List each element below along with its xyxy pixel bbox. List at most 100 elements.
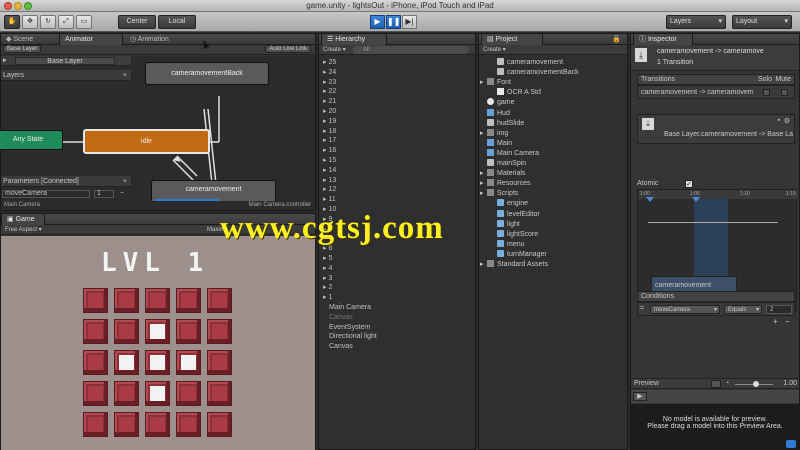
light-tile-off[interactable] — [114, 412, 139, 437]
hierarchy-item[interactable]: Directional light — [329, 332, 377, 342]
play-button[interactable]: ▶ — [370, 15, 385, 29]
project-item[interactable]: light — [497, 219, 520, 230]
hierarchy-item[interactable]: ▸ 5 — [323, 254, 332, 264]
hierarchy-item[interactable]: ▸ 14 — [323, 166, 336, 176]
hand-tool-button[interactable]: ✋ — [4, 15, 20, 29]
hierarchy-item[interactable]: ▸ 3 — [323, 274, 332, 284]
tab-animation[interactable]: ◷ Animation — [125, 34, 174, 45]
hierarchy-item[interactable]: ▸ 19 — [323, 117, 336, 127]
condition-operator-dropdown[interactable]: Equals ▾ — [724, 305, 762, 314]
light-tile-off[interactable] — [83, 288, 108, 313]
timeline-start-marker[interactable] — [646, 197, 654, 202]
state-any-state[interactable]: Any State — [0, 130, 63, 150]
add-parameter-icon[interactable]: + — [123, 176, 127, 187]
hierarchy-create-button[interactable]: Create ▾ — [323, 45, 346, 55]
tab-scene[interactable]: ◆ Scene — [1, 34, 38, 45]
project-item[interactable]: turnManager — [497, 249, 547, 260]
project-item[interactable]: OCR A Std — [497, 88, 541, 98]
light-tile-off[interactable] — [207, 319, 232, 344]
hierarchy-item[interactable]: ▸ 4 — [323, 264, 332, 274]
expand-arrow-icon[interactable]: ▸ — [480, 169, 484, 179]
hierarchy-search-input[interactable]: All — [353, 46, 469, 54]
project-item[interactable]: levelEditor — [497, 209, 540, 220]
layers-dropdown[interactable]: Layers ▾ — [666, 15, 726, 29]
light-tile-off[interactable] — [83, 412, 108, 437]
atomic-checkbox[interactable]: ✓ — [685, 180, 693, 188]
hierarchy-item[interactable]: ▸ 18 — [323, 127, 336, 137]
hierarchy-item[interactable]: ▸ 17 — [323, 136, 336, 146]
condition-parameter-dropdown[interactable]: moveCamera ▾ — [650, 305, 720, 314]
lock-icon[interactable]: 🔒 — [612, 35, 621, 43]
light-tile-on[interactable] — [145, 319, 170, 344]
light-tile-off[interactable] — [176, 412, 201, 437]
hierarchy-item[interactable]: ▸ 24 — [323, 68, 336, 78]
solo-checkbox[interactable] — [763, 89, 770, 96]
preview-play-button[interactable]: ▶ — [633, 392, 647, 401]
project-item[interactable]: Hud — [487, 108, 510, 119]
hierarchy-item[interactable]: ▸ 20 — [323, 107, 336, 117]
add-layer-icon[interactable]: + — [123, 70, 127, 81]
scale-tool-button[interactable]: ⤢ — [58, 15, 74, 29]
mute-checkbox[interactable] — [781, 89, 788, 96]
hierarchy-item[interactable]: EventSystem — [329, 323, 370, 333]
hierarchy-item[interactable]: ▸ 23 — [323, 78, 336, 88]
minimize-window-button[interactable] — [14, 2, 22, 10]
hierarchy-item[interactable]: Canvas — [329, 313, 353, 323]
preview-toggle-button[interactable] — [711, 380, 721, 388]
rotate-tool-button[interactable]: ↻ — [40, 15, 56, 29]
light-tile-off[interactable] — [145, 412, 170, 437]
parameter-value-field[interactable]: 1 — [94, 190, 114, 198]
light-tile-on[interactable] — [145, 381, 170, 406]
project-item[interactable]: cameramovementBack — [497, 68, 579, 78]
parameter-name-field[interactable]: moveCamera — [2, 190, 90, 198]
remove-condition-button[interactable]: − — [785, 317, 790, 326]
state-camera-back[interactable]: cameramovementBack — [145, 62, 269, 85]
project-item[interactable]: ▸ Scripts — [480, 189, 518, 199]
zoom-window-button[interactable] — [24, 2, 32, 10]
asset-bundle-icon[interactable] — [786, 440, 796, 448]
hierarchy-item[interactable]: ▸ 25 — [323, 58, 336, 68]
project-item[interactable]: Main — [487, 138, 512, 149]
help-icon[interactable]: ▪ — [778, 117, 780, 124]
project-item[interactable]: menu — [497, 239, 525, 250]
project-item[interactable]: engine — [497, 199, 528, 209]
light-tile-off[interactable] — [83, 381, 108, 406]
auto-live-link-toggle[interactable]: Auto Live Link — [265, 45, 311, 53]
project-item[interactable]: ▸ img — [480, 128, 508, 139]
timeline-end-marker[interactable] — [692, 197, 700, 202]
condition-value-field[interactable]: 2 — [766, 305, 792, 314]
project-item[interactable]: ▸ Standard Assets — [480, 260, 548, 270]
light-tile-off[interactable] — [176, 381, 201, 406]
project-item[interactable]: Main Camera — [487, 148, 539, 159]
light-tile-on[interactable] — [114, 350, 139, 375]
project-item[interactable]: ▸ Materials — [480, 169, 525, 179]
close-window-button[interactable] — [4, 2, 12, 10]
tab-hierarchy[interactable]: ☰ Hierarchy — [321, 34, 387, 45]
state-idle[interactable]: idle — [83, 129, 210, 154]
hierarchy-item[interactable]: ▸ 16 — [323, 146, 336, 156]
project-item[interactable]: cameramovement — [497, 58, 563, 68]
light-tile-off[interactable] — [114, 288, 139, 313]
expand-arrow-icon[interactable]: ▸ — [480, 179, 484, 189]
add-condition-button[interactable]: + — [773, 317, 778, 326]
layout-dropdown[interactable]: Layout ▾ — [732, 15, 792, 29]
light-tile-off[interactable] — [114, 319, 139, 344]
light-tile-off[interactable] — [207, 412, 232, 437]
hierarchy-item[interactable]: ▸ 11 — [323, 195, 336, 205]
project-create-button[interactable]: Create ▾ — [483, 45, 506, 55]
step-button[interactable]: ▶| — [402, 15, 417, 29]
light-tile-off[interactable] — [207, 288, 232, 313]
light-tile-on[interactable] — [145, 350, 170, 375]
light-tile-off[interactable] — [176, 288, 201, 313]
project-item[interactable]: ▸ Resources — [480, 179, 530, 189]
light-tile-on[interactable] — [176, 350, 201, 375]
light-tile-off[interactable] — [207, 350, 232, 375]
light-tile-off[interactable] — [207, 381, 232, 406]
move-tool-button[interactable]: ✥ — [22, 15, 38, 29]
project-item[interactable]: lightScore — [497, 229, 538, 240]
tab-project[interactable]: ▤ Project — [481, 34, 543, 45]
base-layer-row[interactable]: ▸ Base Layer — [1, 56, 131, 66]
light-tile-off[interactable] — [145, 288, 170, 313]
hierarchy-item[interactable]: ▸ 12 — [323, 185, 336, 195]
hierarchy-item[interactable]: ▸ 13 — [323, 176, 336, 186]
